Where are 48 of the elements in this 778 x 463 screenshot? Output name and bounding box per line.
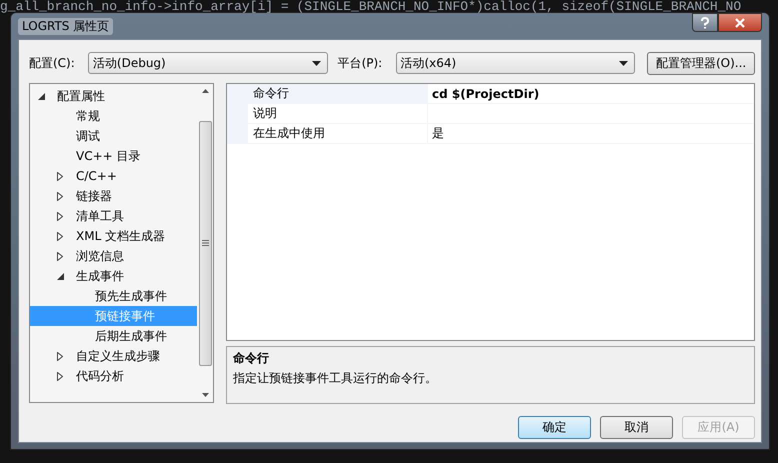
- collapse-arrow-icon[interactable]: [57, 272, 64, 280]
- window-title: LOGRTS 属性页: [18, 18, 114, 34]
- expand-arrow-icon[interactable]: [57, 252, 63, 260]
- expand-arrow-icon[interactable]: [57, 212, 63, 220]
- tree-item[interactable]: 后期生成事件: [30, 326, 197, 346]
- background-code-line: g_all_branch_no_info->info_array[i] = (SINGLE_BRANCH_NO_INFO*)calloc(1, sizeof(SINGLE_BRANCH_NO: [0, 0, 742, 14]
- tree-item[interactable]: VC++ 目录: [30, 146, 197, 166]
- tree-item[interactable]: 调试: [30, 126, 197, 146]
- expand-arrow-icon[interactable]: [57, 352, 63, 360]
- tree-item[interactable]: XML 文档生成器: [30, 226, 197, 246]
- expand-arrow-icon[interactable]: [57, 172, 63, 180]
- property-name[interactable]: 说明: [248, 104, 427, 123]
- tree-item[interactable]: 预先生成事件: [30, 286, 197, 306]
- scroll-down-icon[interactable]: [202, 393, 208, 397]
- property-name[interactable]: 在生成中使用: [248, 124, 427, 143]
- help-icon: [700, 16, 710, 28]
- description-title: 命令行: [233, 350, 270, 367]
- property-value[interactable]: 是: [427, 124, 754, 143]
- expand-arrow-icon[interactable]: [57, 232, 63, 240]
- platform-label: 平台(P):: [338, 54, 384, 72]
- configuration-manager-button[interactable]: 配置管理器(O)...: [647, 52, 756, 74]
- tree-item[interactable]: 自定义生成步骤: [30, 346, 197, 366]
- description-text: 指定让预链接事件工具运行的命令行。: [233, 370, 438, 387]
- expand-arrow-icon[interactable]: [57, 192, 63, 200]
- tree-item[interactable]: 配置属性: [30, 86, 197, 106]
- platform-dropdown[interactable]: 活动(x64): [396, 52, 636, 74]
- tree-item[interactable]: 浏览信息: [30, 246, 197, 266]
- tree-item[interactable]: 常规: [30, 106, 197, 126]
- property-name[interactable]: 命令行: [248, 84, 427, 103]
- expand-arrow-icon[interactable]: [57, 372, 63, 380]
- scroll-thumb[interactable]: [198, 120, 212, 366]
- tree-item[interactable]: 链接器: [30, 186, 197, 206]
- collapse-arrow-icon[interactable]: [38, 92, 45, 100]
- dropdown-caret-icon: [312, 60, 321, 66]
- dialog-button[interactable]: 确定: [518, 416, 591, 439]
- property-value[interactable]: cd $(ProjectDir): [427, 84, 754, 103]
- configuration-label: 配置(C):: [29, 54, 76, 72]
- close-button[interactable]: [718, 13, 762, 32]
- tree-item[interactable]: 生成事件: [30, 266, 197, 286]
- tree-item[interactable]: C/C++: [30, 166, 197, 186]
- configuration-dropdown[interactable]: 活动(Debug): [88, 52, 328, 74]
- dialog-button[interactable]: 取消: [600, 416, 673, 439]
- scroll-up-icon[interactable]: [202, 89, 208, 93]
- dropdown-caret-icon: [619, 60, 628, 66]
- tree-item[interactable]: 清单工具: [30, 206, 197, 226]
- close-icon: [734, 18, 746, 28]
- help-button[interactable]: [692, 13, 718, 32]
- tree-item[interactable]: 代码分析: [30, 366, 197, 386]
